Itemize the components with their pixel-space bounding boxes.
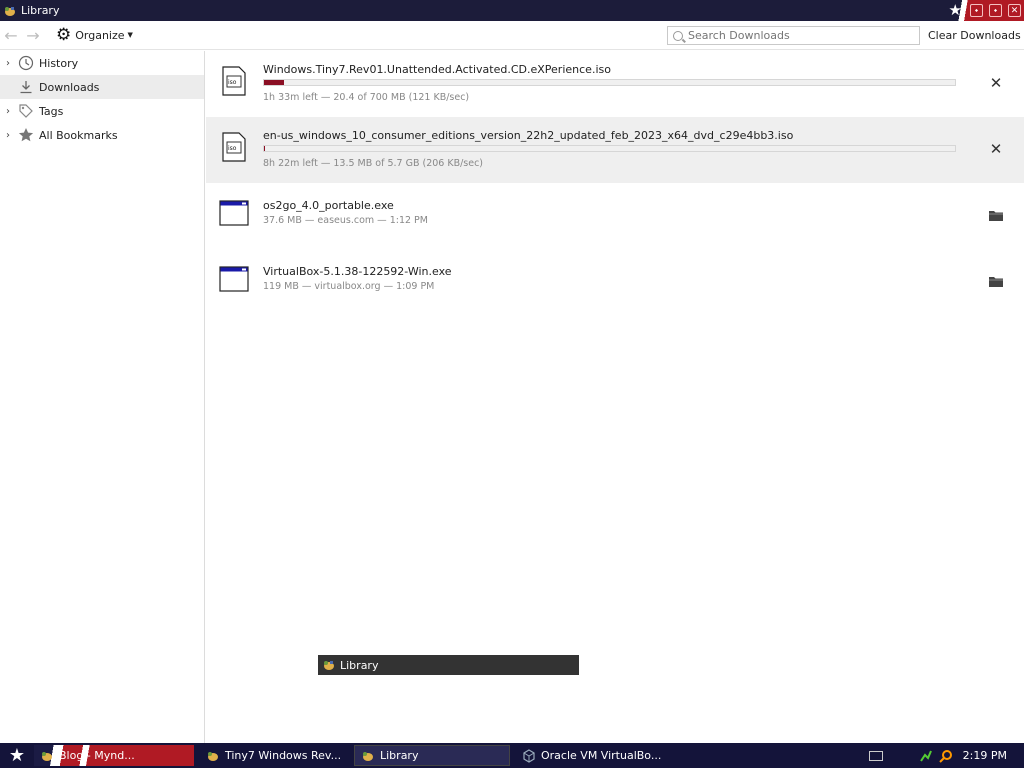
- download-item[interactable]: os2go_4.0_portable.exe 37.6 MB — easeus.…: [206, 183, 1024, 249]
- search-input[interactable]: [688, 29, 908, 42]
- download-filename: VirtualBox-5.1.38-122592-Win.exe: [263, 265, 452, 278]
- sidebar-item-downloads[interactable]: Downloads: [0, 75, 204, 99]
- star-icon: [17, 126, 35, 144]
- download-filename: os2go_4.0_portable.exe: [263, 199, 394, 212]
- sidebar-item-label: Tags: [39, 104, 64, 118]
- download-item[interactable]: VirtualBox-5.1.38-122592-Win.exe 119 MB …: [206, 249, 1024, 315]
- expand-arrow-icon[interactable]: ›: [6, 130, 17, 141]
- close-button[interactable]: ✕: [1008, 4, 1021, 17]
- download-item[interactable]: iso Windows.Tiny7.Rev01.Unattended.Activ…: [206, 51, 1024, 117]
- download-progress-bar: [263, 145, 956, 152]
- download-filename: Windows.Tiny7.Rev01.Unattended.Activated…: [263, 63, 611, 76]
- expand-arrow-icon[interactable]: ›: [6, 106, 17, 117]
- app-icon: [208, 751, 218, 761]
- cancel-icon[interactable]: ✕: [988, 140, 1004, 158]
- svg-text:iso: iso: [228, 145, 237, 152]
- search-icon[interactable]: [938, 749, 953, 763]
- app-icon: [5, 6, 15, 16]
- exe-file-icon: [219, 200, 249, 226]
- taskbar-tooltip: Library: [318, 655, 579, 675]
- download-status: 37.6 MB — easeus.com — 1:12 PM: [263, 215, 428, 226]
- app-icon: [42, 751, 52, 761]
- sidebar: › History Downloads › Tags › All Bookmar…: [0, 51, 205, 743]
- folder-icon[interactable]: [988, 207, 1004, 223]
- toolbar: ← → ⚙ Organize ▼ Clear Downloads: [0, 21, 1024, 50]
- download-status: 119 MB — virtualbox.org — 1:09 PM: [263, 281, 435, 292]
- taskbar-task-blog[interactable]: Blog - Mynd...: [34, 745, 194, 766]
- star-icon: ★: [8, 745, 26, 766]
- chevron-down-icon: ▼: [127, 31, 133, 39]
- taskbar: ★ Blog - Mynd... Tiny7 Windows Rev... Li…: [0, 743, 1024, 768]
- app-icon: [363, 751, 373, 761]
- gear-icon: ⚙: [56, 24, 72, 45]
- sidebar-item-history[interactable]: › History: [0, 51, 204, 75]
- start-button[interactable]: ★: [0, 743, 34, 768]
- sidebar-item-label: History: [39, 56, 79, 70]
- folder-icon[interactable]: [988, 273, 1004, 289]
- iso-file-icon: iso: [222, 66, 246, 96]
- system-tray: 2:19 PM: [868, 743, 1024, 768]
- progress-fill: [264, 80, 285, 85]
- download-item[interactable]: iso en-us_windows_10_consumer_editions_v…: [206, 117, 1024, 183]
- iso-file-icon: iso: [222, 132, 246, 162]
- network-icon[interactable]: [919, 749, 933, 763]
- taskbar-task-virtualbox[interactable]: Oracle VM VirtualBo...: [516, 745, 664, 766]
- download-status: 8h 22m left — 13.5 MB of 5.7 GB (206 KB/…: [263, 158, 484, 169]
- star-icon: ★: [948, 1, 962, 19]
- back-arrow-icon[interactable]: ←: [0, 26, 22, 45]
- app-icon: [324, 661, 334, 670]
- virtualbox-icon: [523, 748, 535, 763]
- tooltip-label: Library: [340, 658, 379, 672]
- clock: 2:19 PM: [962, 749, 1007, 762]
- clock-icon: [17, 54, 35, 72]
- downloads-list: iso Windows.Tiny7.Rev01.Unattended.Activ…: [206, 51, 1024, 743]
- task-label: Library: [380, 749, 419, 762]
- tag-icon: [17, 102, 35, 120]
- sidebar-item-tags[interactable]: › Tags: [0, 99, 204, 123]
- sidebar-item-all-bookmarks[interactable]: › All Bookmarks: [0, 123, 204, 147]
- taskbar-task-tiny7[interactable]: Tiny7 Windows Rev...: [200, 745, 348, 766]
- minimize-button[interactable]: ⬩: [970, 4, 983, 17]
- task-label: Blog - Mynd...: [59, 749, 135, 762]
- title-bar: Library ★ ⬩ ⬩ ✕: [0, 0, 1024, 21]
- sidebar-item-label: Downloads: [39, 80, 100, 94]
- keyboard-icon[interactable]: [868, 750, 883, 761]
- cancel-icon[interactable]: ✕: [988, 74, 1004, 92]
- task-label: Oracle VM VirtualBo...: [541, 749, 662, 762]
- exe-file-icon: [219, 266, 249, 292]
- expand-arrow-icon[interactable]: ›: [6, 58, 17, 69]
- sidebar-item-label: All Bookmarks: [39, 128, 118, 142]
- organize-label: Organize: [75, 28, 125, 42]
- maximize-button[interactable]: ⬩: [989, 4, 1002, 17]
- search-icon: [673, 30, 683, 41]
- window-title: Library: [21, 4, 60, 17]
- download-status: 1h 33m left — 20.4 of 700 MB (121 KB/sec…: [263, 92, 470, 103]
- forward-arrow-icon[interactable]: →: [22, 26, 44, 45]
- download-progress-bar: [263, 79, 956, 86]
- progress-fill: [264, 146, 266, 151]
- taskbar-task-library[interactable]: Library: [354, 745, 510, 766]
- download-filename: en-us_windows_10_consumer_editions_versi…: [263, 129, 794, 142]
- download-icon: [17, 78, 35, 96]
- task-label: Tiny7 Windows Rev...: [225, 749, 342, 762]
- search-box[interactable]: [667, 26, 920, 45]
- clear-downloads-button[interactable]: Clear Downloads: [928, 29, 1021, 42]
- svg-text:iso: iso: [228, 79, 237, 86]
- organize-button[interactable]: ⚙ Organize ▼: [56, 24, 133, 45]
